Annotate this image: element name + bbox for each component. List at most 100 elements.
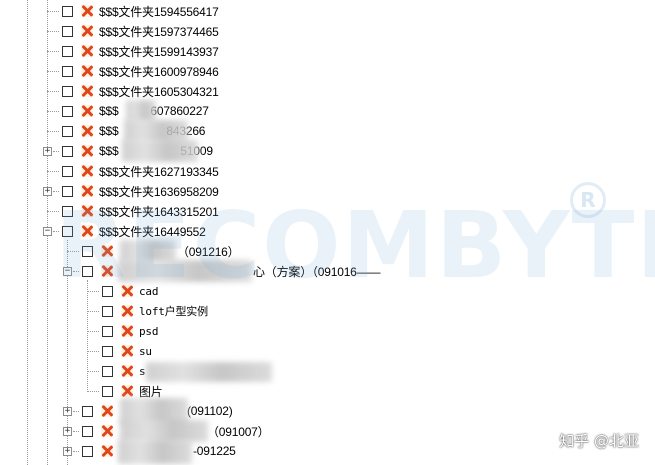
error-x-icon [121,385,133,397]
node-label: loft户型实例 [139,305,208,318]
redaction-blur [120,240,176,262]
tree-node[interactable]: su [102,342,152,360]
redaction-blur [124,120,188,142]
error-x-icon [101,265,113,277]
node-checkbox[interactable] [62,225,73,237]
node-label: 心（方案）（091016—— [253,264,381,279]
redaction-blur [118,440,192,464]
node-checkbox[interactable] [82,245,93,257]
node-label: 图片 [139,384,163,399]
node-label: psd [139,324,159,338]
node-label: $$$文件夹1594556417 [99,4,219,19]
node-label: su [139,344,152,358]
tree-guide-line [27,0,28,465]
error-x-icon [101,405,113,417]
redaction-blur [118,260,252,282]
node-checkbox[interactable] [62,205,73,217]
error-x-icon [101,425,113,437]
node-checkbox[interactable] [102,385,113,397]
expand-plus-icon[interactable]: + [43,147,52,156]
error-x-icon [81,225,93,237]
node-checkbox[interactable] [62,105,73,117]
node-label: $$$ [99,104,119,118]
error-x-icon [121,325,133,337]
redaction-blur [120,420,208,442]
node-label: $$$文件夹1627193345 [99,164,219,179]
tree-node[interactable]: $$$文件夹1643315201 [62,202,219,220]
tree-node[interactable]: cad [102,282,158,300]
node-label: （091216） [177,244,240,259]
node-label: -091225 [193,444,236,458]
node-label: $$$文件夹1643315201 [99,204,219,219]
node-checkbox[interactable] [82,265,93,277]
tree-node[interactable]: loft户型实例 [102,302,208,320]
tree-guide-line [87,280,88,392]
tree-node[interactable]: $$$文件夹1636958209 [62,182,219,200]
node-checkbox[interactable] [62,185,73,197]
node-checkbox[interactable] [62,165,73,177]
node-checkbox[interactable] [62,25,73,37]
error-x-icon [101,245,113,257]
tree-node[interactable]: $$$文件夹1597374465 [62,22,219,40]
expand-plus-icon[interactable]: + [63,427,72,436]
error-x-icon [81,5,93,17]
error-x-icon [81,205,93,217]
node-checkbox[interactable] [62,65,73,77]
node-checkbox[interactable] [82,445,93,457]
node-label: s [139,364,146,378]
tree-node[interactable]: $$$文件夹1594556417 [62,2,219,20]
node-label: $$$ [99,124,119,138]
error-x-icon [121,305,133,317]
error-x-icon [81,65,93,77]
collapse-minus-icon[interactable]: − [43,227,52,236]
node-checkbox[interactable] [102,325,113,337]
expand-plus-icon[interactable]: + [63,407,72,416]
tree-node[interactable]: $$$文件夹1599143937 [62,42,219,60]
node-label: $$$文件夹1599143937 [99,44,219,59]
folder-tree: $$$文件夹1594556417 $$$文件夹1597374465 $$$文件夹… [0,0,655,465]
error-x-icon [81,45,93,57]
node-checkbox[interactable] [102,345,113,357]
node-checkbox[interactable] [62,85,73,97]
node-label: （091007） [207,424,270,439]
node-checkbox[interactable] [102,365,113,377]
error-x-icon [81,85,93,97]
tree-node[interactable]: psd [102,322,158,340]
node-checkbox[interactable] [82,425,93,437]
node-checkbox[interactable] [102,305,113,317]
collapse-minus-icon[interactable]: − [63,267,72,276]
node-label: $$$文件夹1636958209 [99,184,219,199]
node-label: $$$文件夹1600978946 [99,64,219,79]
error-x-icon [81,165,93,177]
expand-plus-icon[interactable]: + [63,447,72,456]
node-checkbox[interactable] [62,5,73,17]
redaction-blur [122,140,198,162]
tree-node[interactable]: $$$文件夹1600978946 [62,62,219,80]
node-checkbox[interactable] [62,125,73,137]
redaction-blur [126,100,156,122]
tree-node[interactable]: $$$文件夹16449552 [62,222,206,240]
error-x-icon [121,285,133,297]
node-checkbox[interactable] [62,145,73,157]
error-x-icon [81,105,93,117]
error-x-icon [101,445,113,457]
node-checkbox[interactable] [102,285,113,297]
node-label: $$$ [99,144,119,158]
registered-mark: R [570,182,606,218]
node-label: (091102) [187,404,233,418]
node-checkbox[interactable] [62,45,73,57]
node-label: $$$文件夹1605304321 [99,84,219,99]
expand-plus-icon[interactable]: + [43,187,52,196]
image-credit: 知乎 @北亚 [559,432,639,450]
node-label-suffix: 607860227 [150,104,209,118]
error-x-icon [81,145,93,157]
error-x-icon [121,345,133,357]
error-x-icon [81,125,93,137]
tree-node[interactable]: $$$文件夹1627193345 [62,162,219,180]
error-x-icon [121,365,133,377]
node-checkbox[interactable] [82,405,93,417]
node-label: cad [139,284,159,298]
tree-node[interactable]: s [102,362,146,380]
redaction-blur [146,362,272,382]
tree-node[interactable]: $$$文件夹1605304321 [62,82,219,100]
